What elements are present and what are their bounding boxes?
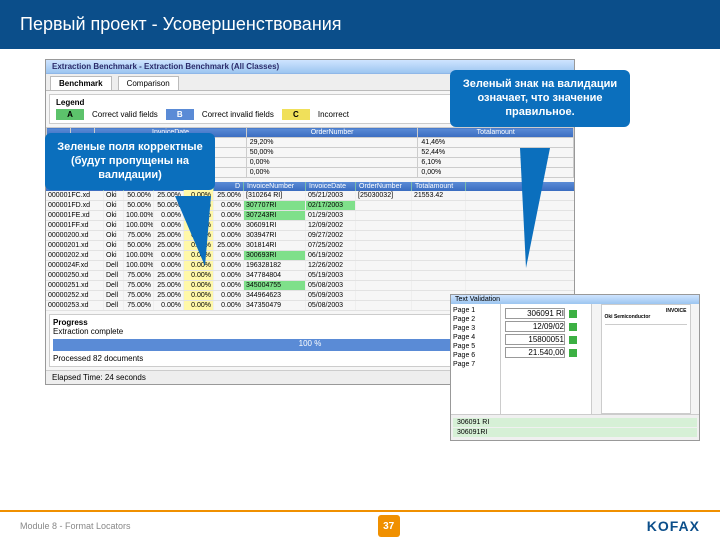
legend-a-badge: A	[56, 109, 84, 120]
document-thumb: INVOICE Oki Semiconductor	[601, 304, 691, 414]
check-icon	[569, 349, 577, 357]
field-ordernumber[interactable]	[505, 334, 565, 345]
validation-window: Text Validation Page 1Page 2Page 3Page 4…	[450, 294, 700, 441]
table-row[interactable]: 000001FE.xdOki100.00%0.00%0.00%0.00%3072…	[46, 211, 574, 221]
page-number: 37	[378, 515, 400, 537]
field-invoicedate[interactable]	[505, 321, 565, 332]
table-row[interactable]: 00000201.xdOki50.00%25.00%0.00%25.00%301…	[46, 241, 574, 251]
slide-title: Первый проект - Усовершенствования	[0, 0, 720, 49]
footer-module: Module 8 - Format Locators	[20, 521, 131, 531]
check-icon	[569, 323, 577, 331]
tree-item[interactable]: Page 4	[453, 333, 498, 342]
tree-item[interactable]: Page 3	[453, 324, 498, 333]
tree-item[interactable]: Page 2	[453, 315, 498, 324]
tree-item[interactable]: Page 1	[453, 306, 498, 315]
tree-item[interactable]: Page 7	[453, 360, 498, 369]
table-row[interactable]: 00000200.xdOki75.00%25.00%0.00%0.00%3039…	[46, 231, 574, 241]
legend-c-badge: C	[282, 109, 310, 120]
check-icon	[569, 310, 577, 318]
result-line-1: 306091 RI	[453, 418, 697, 427]
table-row[interactable]: 000001FD.xdOki50.00%50.00%0.00%0.00%3077…	[46, 201, 574, 211]
validation-title: Text Validation	[451, 295, 699, 304]
callout-tail	[175, 196, 211, 266]
tab-benchmark[interactable]: Benchmark	[50, 76, 112, 90]
table-row[interactable]: 000001FC.xdOki50.00%25.00%0.00%25.00%[31…	[46, 191, 574, 201]
validation-result: 306091 RI 306091RI	[451, 414, 699, 440]
field-invoicenumber[interactable]	[505, 308, 565, 319]
slide-footer: Module 8 - Format Locators 37 KOFAX	[0, 510, 720, 540]
validation-fields	[501, 304, 591, 414]
elapsed-time: Elapsed Time: 24 seconds	[52, 373, 146, 382]
table-row[interactable]: 0000024F.xdDell100.00%0.00%0.00%0.00%196…	[46, 261, 574, 271]
doc-header: Oki Semiconductor	[605, 314, 687, 320]
kofax-logo: KOFAX	[647, 518, 700, 534]
result-line-2: 306091RI	[453, 428, 697, 437]
legend-b-text: Correct invalid fields	[202, 110, 274, 119]
check-icon	[569, 336, 577, 344]
callout-tail	[520, 148, 550, 268]
table-row[interactable]: 00000202.xdOki100.00%0.00%0.00%0.00%3006…	[46, 251, 574, 261]
document-preview[interactable]: INVOICE Oki Semiconductor	[591, 304, 699, 414]
details-body: 000001FC.xdOki50.00%25.00%0.00%25.00%[31…	[46, 191, 574, 311]
table-row[interactable]: 000001FF.xdOki100.00%0.00%0.00%0.00%3060…	[46, 221, 574, 231]
tab-comparison[interactable]: Comparison	[118, 76, 179, 90]
tree-item[interactable]: Page 6	[453, 351, 498, 360]
legend-a-text: Correct valid fields	[92, 110, 158, 119]
tree-item[interactable]: Page 5	[453, 342, 498, 351]
field-totalamount[interactable]	[505, 347, 565, 358]
callout-green-fields: Зеленые поля корректные (будут пропущены…	[45, 133, 215, 190]
legend-c-text: Incorrect	[318, 110, 349, 119]
callout-green-check: Зеленый знак на валидации означает, что …	[450, 70, 630, 127]
page-tree[interactable]: Page 1Page 2Page 3Page 4Page 5Page 6Page…	[451, 304, 501, 414]
table-row[interactable]: 00000251.xdDell75.00%25.00%0.00%0.00%345…	[46, 281, 574, 291]
table-row[interactable]: 00000250.xdDell75.00%25.00%0.00%0.00%347…	[46, 271, 574, 281]
legend-b-badge: B	[166, 109, 194, 120]
